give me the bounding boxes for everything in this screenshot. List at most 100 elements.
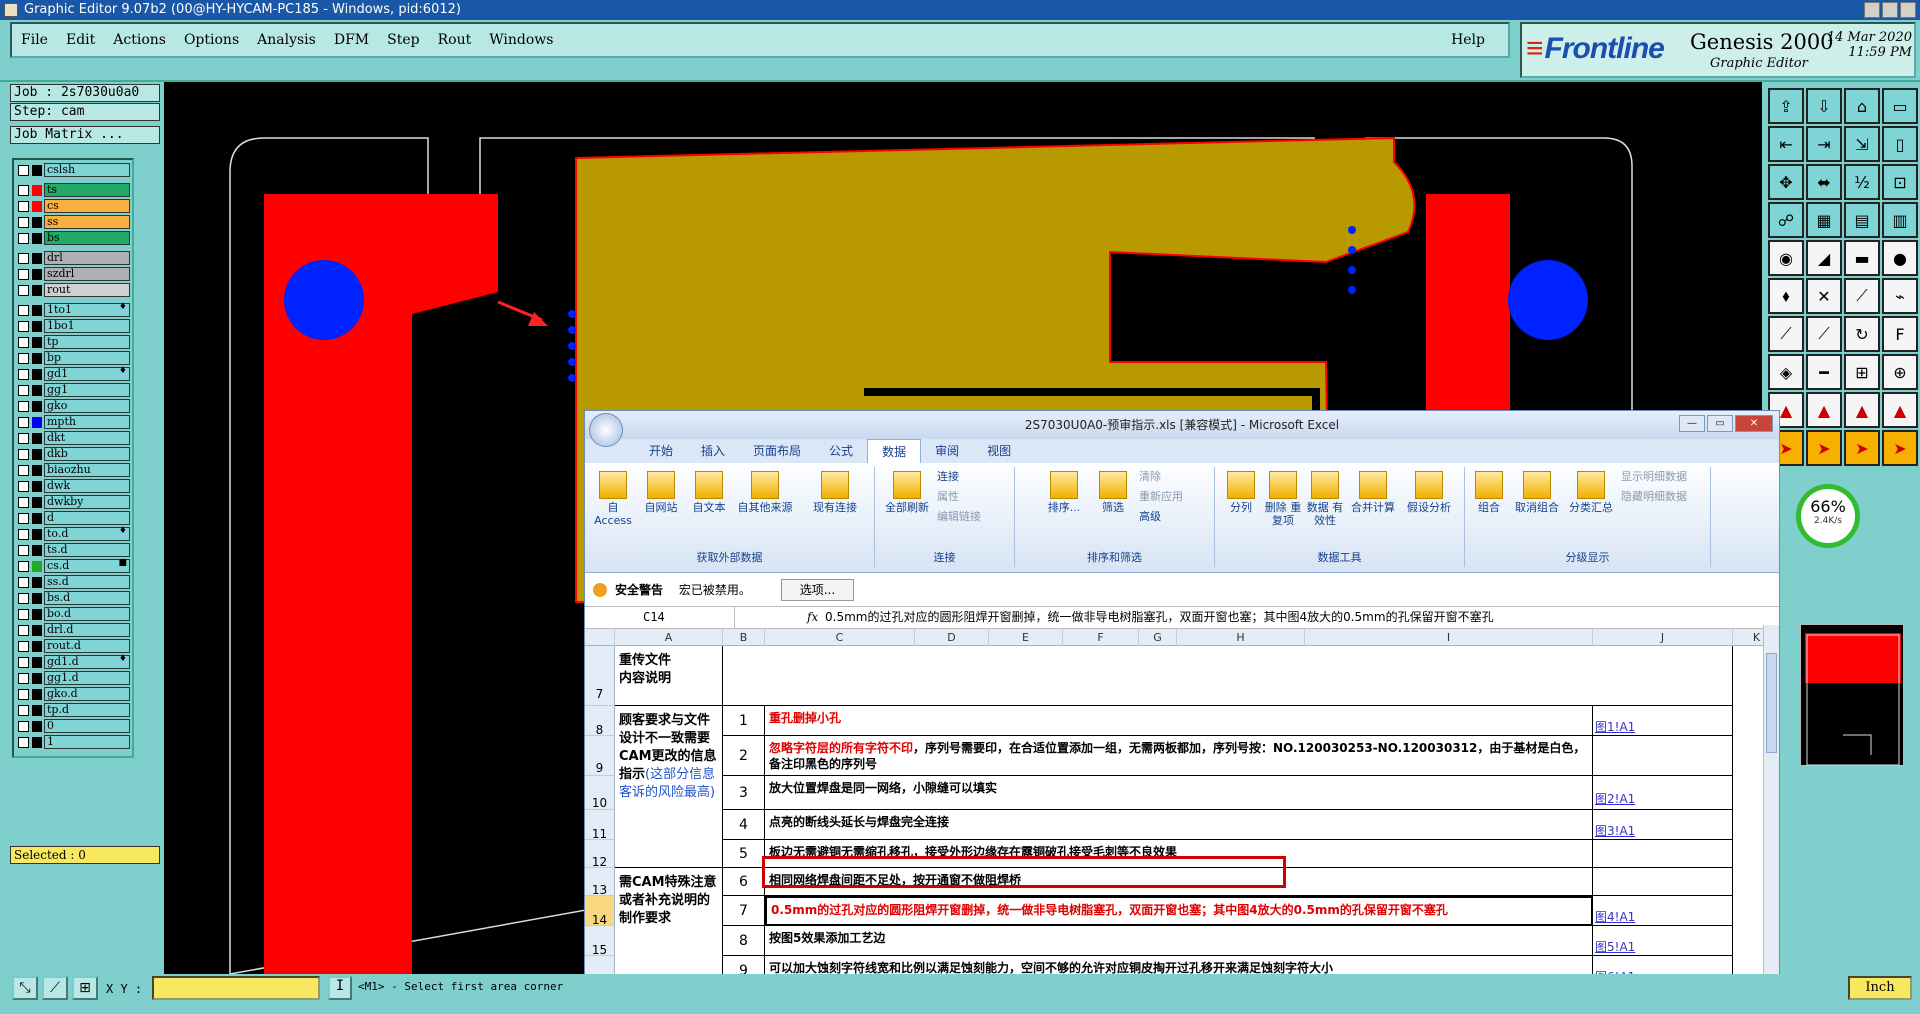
excel-restore[interactable]: ▭ <box>1707 415 1733 432</box>
layer-name[interactable]: ts.d <box>44 543 130 557</box>
layer-row[interactable]: dkb <box>16 446 130 462</box>
menu-rout[interactable]: Rout <box>429 32 481 48</box>
layer-name[interactable]: 1 <box>44 735 130 749</box>
ribbon-tab[interactable]: 数据 <box>867 439 922 463</box>
layer-row[interactable]: bp <box>16 350 130 366</box>
shift-right-icon[interactable]: ⇥ <box>1806 126 1842 162</box>
layer-checkbox[interactable] <box>18 320 29 332</box>
layer-row[interactable]: mpth <box>16 414 130 430</box>
layer-checkbox[interactable] <box>18 416 29 428</box>
menu-file[interactable]: File <box>12 32 57 48</box>
sheet-grid[interactable]: ABCDEFGHIJK 7 8 1 重孔删掉小孔 图1!A1 9 2 忽略字符层的所有字符不印… <box>585 629 1779 1013</box>
row-header[interactable]: 15 <box>585 926 615 957</box>
ribbon-btn-web[interactable]: 自网站 <box>641 469 681 514</box>
layer-checkbox[interactable] <box>18 592 29 604</box>
layer-checkbox[interactable] <box>18 432 29 444</box>
ribbon-btn-sort[interactable]: 排序... <box>1039 469 1089 514</box>
layer-name[interactable]: dkt <box>44 431 130 445</box>
layer-row[interactable]: gd1.d ♦ <box>16 654 130 670</box>
layer-checkbox[interactable] <box>18 544 29 556</box>
ribbon-btn-subtotal[interactable]: 分类汇总 <box>1565 469 1617 514</box>
ribbon-edit-links[interactable]: 编辑链接 <box>937 507 981 527</box>
ribbon-show-detail[interactable]: 显示明细数据 <box>1621 467 1687 487</box>
row-header[interactable]: 7 <box>585 646 615 706</box>
text-icon[interactable]: F <box>1882 316 1918 352</box>
figure-link[interactable] <box>1593 840 1733 868</box>
ribbon-btn-split[interactable]: 分列 <box>1221 469 1261 514</box>
figure-link[interactable]: 图5!A1 <box>1593 926 1733 956</box>
ribbon-btn-dedupe[interactable]: 删除 重复项 <box>1263 469 1303 527</box>
category-cell[interactable]: 顾客要求与文件设计不一致需要CAM更改的信息指示(这部分信息客诉的风险最高) <box>615 706 723 868</box>
layer-checkbox[interactable] <box>18 560 29 572</box>
formula-input[interactable]: 0.5mm的过孔对应的圆形阻焊开窗删掉，统一做非导电树脂塞孔，双面开窗也塞；其中… <box>825 607 1494 627</box>
ribbon-btn-existing[interactable]: 现有连接 <box>807 469 863 514</box>
layer-row[interactable]: rout <box>16 282 130 298</box>
layer-row[interactable]: 1bo1 <box>16 318 130 334</box>
layer-name[interactable]: bo.d <box>44 607 130 621</box>
menu-analysis[interactable]: Analysis <box>248 32 325 48</box>
header-row-cell[interactable] <box>723 646 1733 706</box>
row-header[interactable]: 11 <box>585 810 615 841</box>
layer-row[interactable]: drl <box>16 250 130 266</box>
select-add-icon[interactable]: ➤ <box>1806 430 1842 466</box>
pad-icon[interactable]: ◉ <box>1768 240 1804 276</box>
item-number[interactable]: 3 <box>723 776 765 810</box>
frame-icon[interactable]: ▯ <box>1882 126 1918 162</box>
row-header[interactable]: 8 <box>585 706 615 737</box>
excel-window[interactable]: 2S7030U0A0-预审指示.xls [兼容模式] - Microsoft E… <box>584 410 1780 1014</box>
dash-icon[interactable]: ━ <box>1806 354 1842 390</box>
ribbon-btn-validation[interactable]: 数据 有效性 <box>1305 469 1345 527</box>
layer-name[interactable]: ts <box>44 183 130 197</box>
layer-name[interactable]: gko.d <box>44 687 130 701</box>
column-header[interactable]: A <box>615 629 723 646</box>
layer-name[interactable]: cs <box>44 199 130 213</box>
layer-row[interactable]: 1 <box>16 734 130 750</box>
layer-name[interactable]: dkb <box>44 447 130 461</box>
layer-row[interactable]: dwk <box>16 478 130 494</box>
excel-minimize[interactable]: — <box>1679 415 1705 432</box>
minimize-button[interactable] <box>1864 2 1880 18</box>
layer-checkbox[interactable] <box>18 352 29 364</box>
rotate-icon[interactable]: ↻ <box>1844 316 1880 352</box>
layer-row[interactable]: gg1.d <box>16 670 130 686</box>
layer-name[interactable]: drl.d <box>44 623 130 637</box>
layer-name[interactable]: ss.d <box>44 575 130 589</box>
layer-row[interactable]: gko.d <box>16 686 130 702</box>
grid-icon[interactable]: ▦ <box>1806 202 1842 238</box>
row-header[interactable]: 14 <box>585 896 615 927</box>
ribbon-properties[interactable]: 属性 <box>937 487 959 507</box>
layer-checkbox[interactable] <box>18 400 29 412</box>
layer-row[interactable]: szdrl <box>16 266 130 282</box>
item-number[interactable]: 5 <box>723 840 765 868</box>
layer-name[interactable]: to.d <box>44 527 130 541</box>
layer-checkbox[interactable] <box>18 368 29 380</box>
layer-checkbox[interactable] <box>18 448 29 460</box>
layer-row[interactable]: dkt <box>16 430 130 446</box>
layer-name[interactable]: biaozhu <box>44 463 130 477</box>
layer-name[interactable]: bs.d <box>44 591 130 605</box>
ribbon-hide-detail[interactable]: 隐藏明细数据 <box>1621 487 1687 507</box>
layer-checkbox[interactable] <box>18 512 29 524</box>
figure-link[interactable]: 图3!A1 <box>1593 810 1733 840</box>
slope-icon[interactable]: ⟋ <box>1768 316 1804 352</box>
ribbon-tab[interactable]: 插入 <box>687 439 739 463</box>
figure-link[interactable] <box>1593 736 1733 776</box>
figure-link[interactable]: 图2!A1 <box>1593 776 1733 810</box>
security-options-button[interactable]: 选项... <box>780 579 855 601</box>
target-icon[interactable]: ⊕ <box>1882 354 1918 390</box>
layer-name[interactable]: 0 <box>44 719 130 733</box>
layer-row[interactable]: cs.d ■ <box>16 558 130 574</box>
shape-c-icon[interactable]: ▲ <box>1844 392 1880 428</box>
column-header[interactable] <box>585 629 615 646</box>
fx-icon[interactable]: fx <box>807 607 818 627</box>
menu-dfm[interactable]: DFM <box>325 32 378 48</box>
layer-row[interactable]: ss <box>16 214 130 230</box>
layer-row[interactable]: ss.d <box>16 574 130 590</box>
layer-name[interactable]: mpth <box>44 415 130 429</box>
shape-d-icon[interactable]: ▲ <box>1882 392 1918 428</box>
menu-options[interactable]: Options <box>175 32 248 48</box>
zoom-box-icon[interactable]: ⊡ <box>1882 164 1918 200</box>
layer-name[interactable]: 1to1 <box>44 303 130 317</box>
instruction-cell[interactable]: 放大位置焊盘是同一网络，小隙缝可以填实 <box>765 776 1593 810</box>
layer-checkbox[interactable] <box>18 164 29 176</box>
